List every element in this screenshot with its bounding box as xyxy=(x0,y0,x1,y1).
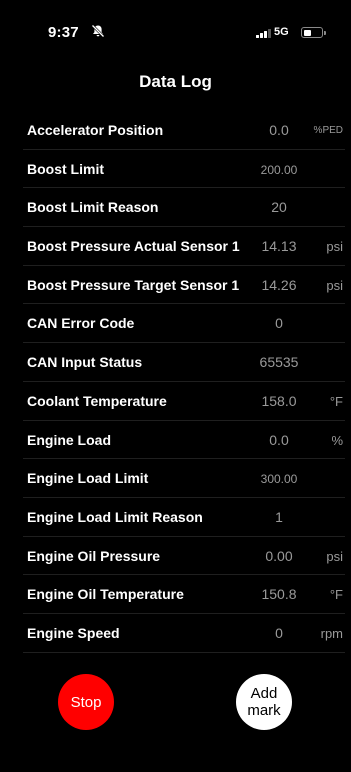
signal-icon xyxy=(256,29,271,38)
row-label: Boost Limit xyxy=(27,160,104,177)
row-unit: rpm xyxy=(320,625,343,641)
row-value: 0.00 xyxy=(265,547,293,564)
row-label: Coolant Temperature xyxy=(27,392,167,409)
row-label: Engine Load xyxy=(27,431,111,448)
list-item: Boost Limit 200.00 xyxy=(23,150,345,189)
row-label: Accelerator Position xyxy=(27,122,164,138)
data-log-list: Accelerator Position 0.0 %PED Boost Limi… xyxy=(23,111,345,653)
list-item: Boost Pressure Target Sensor 1 14.26 psi xyxy=(23,266,345,305)
row-value: 1 xyxy=(275,508,283,525)
row-value: 0.0 xyxy=(269,431,289,448)
row-unit: psi xyxy=(326,548,343,564)
add-mark-button[interactable]: Add mark xyxy=(236,674,292,730)
row-label: Engine Oil Temperature xyxy=(27,586,184,603)
page-title: Data Log xyxy=(139,72,212,91)
row-value: 14.26 xyxy=(261,276,297,293)
add-mark-line-2: mark xyxy=(247,702,281,719)
row-value: 14.13 xyxy=(261,238,297,255)
list-item: Engine Load Limit Reason 1 xyxy=(23,498,345,537)
list-item: Coolant Temperature 158.0 °F xyxy=(23,382,345,421)
row-value: 0 xyxy=(275,315,283,332)
battery-icon xyxy=(301,27,326,38)
row-label: CAN Error Code xyxy=(27,315,135,332)
row-label: Engine Load Limit Reason xyxy=(27,508,203,525)
row-label: Engine Load Limit xyxy=(27,470,149,487)
row-unit: psi xyxy=(326,239,343,255)
add-mark-button-label: Add mark xyxy=(247,685,280,719)
row-label: Boost Limit Reason xyxy=(27,199,159,216)
row-value: 300.00 xyxy=(260,472,298,487)
data-log-screen: 9:37 5G Data Log Accelerator Position 0.… xyxy=(0,0,351,772)
list-item: Engine Load 0.0 % xyxy=(23,421,345,460)
status-bar: 9:37 5G xyxy=(0,0,351,60)
list-item: Boost Limit Reason 20 xyxy=(23,188,345,228)
list-item: Engine Oil Pressure 0.00 psi xyxy=(23,537,345,576)
list-item: CAN Error Code 0 xyxy=(23,304,345,344)
stop-button-label: Stop xyxy=(70,693,102,711)
list-item: Accelerator Position 0.0 %PED xyxy=(23,111,345,150)
add-mark-line-1: Add xyxy=(250,685,278,702)
silent-mode-icon xyxy=(91,24,105,38)
row-value: 200.00 xyxy=(260,162,298,177)
row-unit: psi xyxy=(326,277,343,293)
row-unit: °F xyxy=(329,587,343,603)
row-value: 158.0 xyxy=(261,392,297,409)
clock: 9:37 xyxy=(48,24,79,41)
row-unit: °F xyxy=(329,393,343,409)
row-label: Boost Pressure Actual Sensor 1 xyxy=(27,238,240,255)
row-label: Engine Oil Pressure xyxy=(27,547,161,564)
row-value: 0.0 xyxy=(269,122,289,138)
row-value: 20 xyxy=(271,199,287,216)
network-label: 5G xyxy=(274,26,289,38)
row-value: 65535 xyxy=(259,354,299,371)
row-label: Engine Speed xyxy=(27,624,120,641)
list-item: Engine Speed 0 rpm xyxy=(23,614,345,653)
list-item: Boost Pressure Actual Sensor 1 14.13 psi xyxy=(23,227,345,266)
row-label: CAN Input Status xyxy=(27,354,143,371)
row-value: 150.8 xyxy=(261,586,297,603)
stop-button[interactable]: Stop xyxy=(58,674,114,730)
row-unit: %PED xyxy=(313,125,343,136)
row-unit: % xyxy=(331,432,343,448)
list-item: Engine Oil Temperature 150.8 °F xyxy=(23,575,345,614)
row-label: Boost Pressure Target Sensor 1 xyxy=(27,276,240,293)
list-item: Engine Load Limit 300.00 xyxy=(23,459,345,498)
row-value: 0 xyxy=(275,624,283,641)
list-item: CAN Input Status 65535 xyxy=(23,343,345,382)
